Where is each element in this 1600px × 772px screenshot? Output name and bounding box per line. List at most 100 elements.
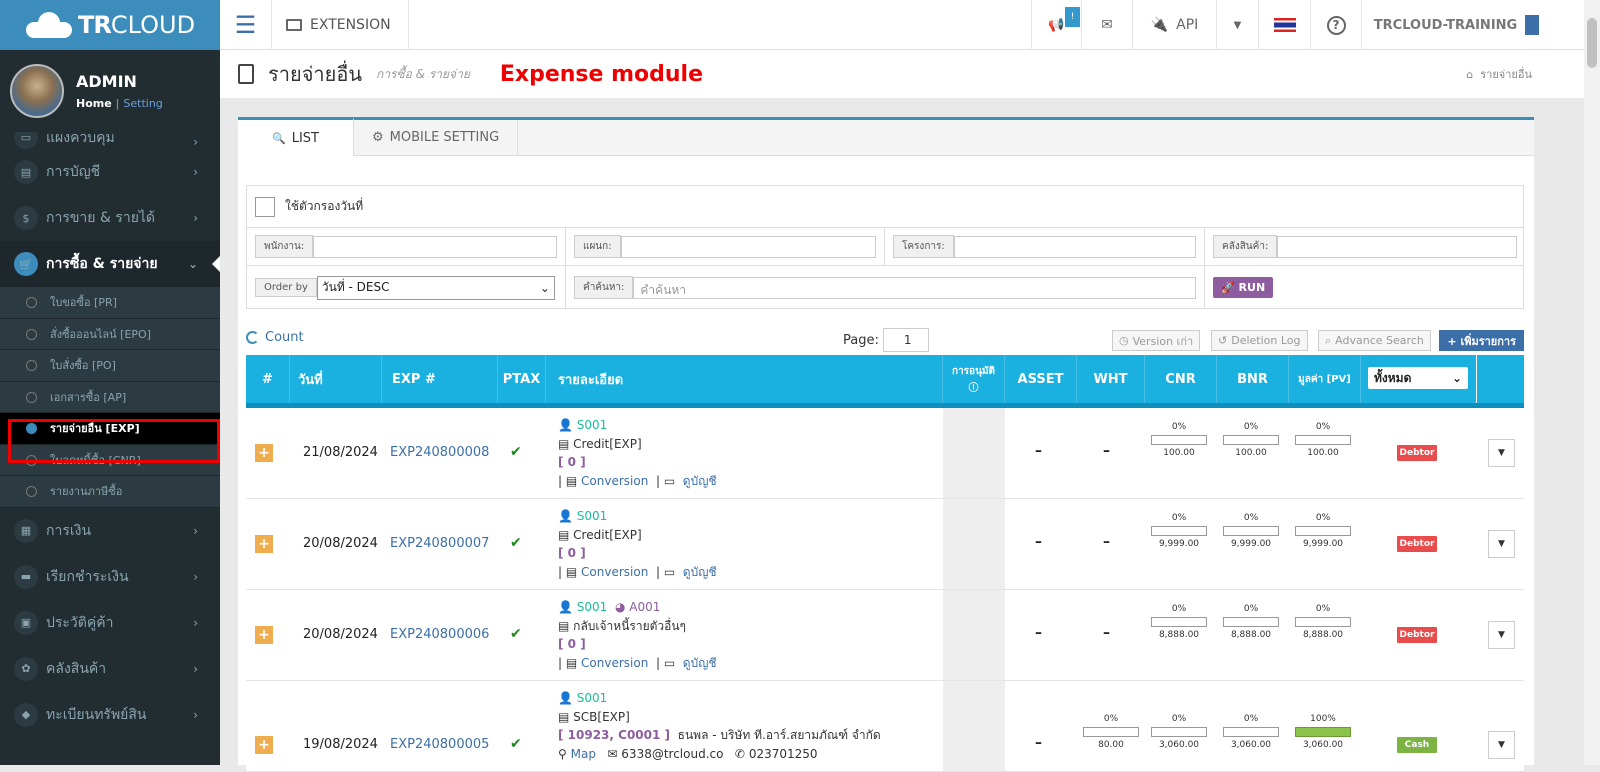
- deletion-log-button[interactable]: ↺ Deletion Log: [1211, 330, 1308, 351]
- date-filter-checkbox[interactable]: [255, 196, 275, 217]
- row-exp-link[interactable]: EXP240800008: [390, 445, 489, 460]
- supplier-link[interactable]: S001: [577, 691, 608, 705]
- mail-icon[interactable]: ✉: [1081, 0, 1132, 50]
- sidebar-item-inventory[interactable]: ✿ คลังสินค้า ›: [0, 646, 220, 692]
- row-exp-link[interactable]: EXP240800005: [390, 737, 489, 752]
- home-link[interactable]: Home: [76, 97, 112, 110]
- conversion-link[interactable]: Conversion: [581, 656, 648, 670]
- diamond-icon: ◆: [14, 702, 38, 727]
- purchase-submenu: ใบขอซื้อ [PR] สั่งซื้อออนไลน์ [EPO] ใบสั…: [0, 287, 220, 508]
- sidebar-item-contacts[interactable]: ▣ ประวัติคู่ค้า ›: [0, 600, 220, 646]
- old-version-button[interactable]: ◷ Version เก่า: [1112, 330, 1201, 351]
- help-icon[interactable]: ?: [1310, 0, 1361, 50]
- filter-row-fields: พนักงาน: แผนก: โครงการ: คลังสินค้า:: [247, 228, 1523, 266]
- run-button[interactable]: 🚀 RUN: [1213, 277, 1274, 298]
- count-link[interactable]: Count: [246, 330, 304, 345]
- row-actions-dropdown[interactable]: ▼: [1488, 530, 1515, 558]
- api-button[interactable]: 🔌 API: [1132, 0, 1216, 50]
- info-icon: ⓘ: [968, 383, 979, 394]
- status-filter-select[interactable]: ทั้งหมด ⌄: [1368, 367, 1468, 389]
- status-badge: Debtor: [1397, 627, 1437, 643]
- setting-link[interactable]: Setting: [123, 97, 162, 110]
- submenu-item-epo[interactable]: สั่งซื้อออนไลน์ [EPO]: [0, 318, 220, 350]
- bnr-pct: 0%: [1243, 422, 1259, 432]
- scrollbar[interactable]: [1584, 0, 1600, 765]
- sidebar-item-finance[interactable]: ▦ การเงิน ›: [0, 508, 220, 554]
- supplier-link[interactable]: S001: [577, 509, 608, 523]
- sidebar-item-dashboard[interactable]: ▭ แผงควบคุม ›: [0, 132, 220, 149]
- table-row[interactable]: +20/08/2024 EXP240800007 ✔ 👤 S001 ▤ Credit[E…: [246, 499, 1524, 590]
- row-exp-link[interactable]: EXP240800007: [390, 536, 489, 551]
- menu-toggle-icon[interactable]: ☰: [220, 0, 272, 50]
- view-account-link[interactable]: ดูบัญชี: [683, 656, 717, 670]
- sidebar-item-purchase[interactable]: 🛒 การซื้อ & รายจ่าย ⌄: [0, 241, 220, 287]
- supplier-link[interactable]: S001: [577, 418, 608, 432]
- order-by-select[interactable]: วันที่ - DESC ⌄: [316, 275, 555, 300]
- caret-down-icon[interactable]: ▼: [1216, 0, 1258, 50]
- tab-mobile-setting[interactable]: ⚙ MOBILE SETTING: [354, 120, 519, 155]
- reference: [ 0 ]: [558, 637, 586, 651]
- submenu-item-exp[interactable]: รายจ่ายอื่น [EXP]: [0, 413, 220, 445]
- breadcrumb[interactable]: ⌂ รายจ่ายอื่น: [1466, 65, 1532, 83]
- view-account-link[interactable]: ดูบัญชี: [683, 474, 717, 488]
- account-label: TRCLOUD-TRAINING: [1373, 17, 1518, 33]
- page-input[interactable]: 1: [882, 328, 929, 352]
- table-row[interactable]: +19/08/2024 EXP240800005 ✔ 👤 S001 ▤ SCB[EXP]…: [246, 681, 1524, 772]
- date-filter-label: ใช้ตัวกรองวันที่: [285, 199, 364, 213]
- row-actions-dropdown[interactable]: ▼: [1488, 621, 1515, 649]
- account-name: กลับเจ้าหนี้รายตัวอื่นๆ: [573, 618, 686, 633]
- conversion-link[interactable]: Conversion: [581, 474, 648, 488]
- submenu-item-cnr[interactable]: ใบลดหนี้ซื้อ [CNR]: [0, 444, 220, 476]
- col-exp[interactable]: EXP #: [382, 355, 498, 403]
- expand-row-button[interactable]: +: [255, 626, 273, 644]
- thai-flag-icon[interactable]: [1258, 0, 1310, 50]
- cnr-progress: 0% 100.00: [1151, 422, 1207, 458]
- scrollbar-thumb[interactable]: [1587, 18, 1597, 68]
- project-link[interactable]: A001: [629, 600, 660, 614]
- expand-row-button[interactable]: +: [255, 736, 273, 754]
- view-account-link[interactable]: ดูบัญชี: [683, 565, 717, 579]
- col-date[interactable]: วันที่: [290, 355, 382, 403]
- active-arrow: [204, 256, 220, 272]
- row-actions-dropdown[interactable]: ▼: [1488, 731, 1515, 759]
- expand-row-button[interactable]: +: [255, 535, 273, 553]
- table-row[interactable]: +21/08/2024 EXP240800008 ✔ 👤 S001 ▤ Credit[E…: [246, 408, 1524, 499]
- search-input[interactable]: คำค้นหา: [633, 276, 1196, 299]
- sidebar-item-assets[interactable]: ◆ ทะเบียนทรัพย์สิน ›: [0, 692, 220, 738]
- add-item-button[interactable]: + เพิ่มรายการ: [1439, 330, 1524, 351]
- warehouse-input[interactable]: [1277, 235, 1517, 258]
- advance-search-button[interactable]: ⌕ Advance Search: [1318, 330, 1431, 351]
- row-actions-dropdown[interactable]: ▼: [1488, 439, 1515, 467]
- submenu-item-po[interactable]: ใบสั่งซื้อ [PO]: [0, 350, 220, 382]
- tab-list[interactable]: 🔍 LIST: [238, 117, 354, 156]
- table-row[interactable]: +20/08/2024 EXP240800006 ✔ 👤 S001 ◕ A001 ▤ ก…: [246, 590, 1524, 681]
- department-input[interactable]: [620, 235, 876, 258]
- pv-progress: 0% 8,888.00: [1295, 604, 1351, 640]
- sidebar: ADMIN Home | Setting ▭ แผงควบคุม › ▤ การ…: [0, 50, 220, 765]
- map-link[interactable]: Map: [571, 747, 596, 761]
- submenu-item-ap[interactable]: เอกสารซื้อ [AP]: [0, 381, 220, 413]
- conversion-link[interactable]: Conversion: [581, 565, 648, 579]
- employee-input[interactable]: [313, 235, 557, 258]
- sidebar-item-accounting[interactable]: ▤ การบัญชี ›: [0, 149, 220, 195]
- sidebar-item-billing[interactable]: ▬ เรียกชำระเงิน ›: [0, 554, 220, 600]
- brand-logo[interactable]: TR CLOUD: [0, 0, 220, 50]
- notification-button[interactable]: 📢 !: [1031, 0, 1081, 50]
- project-input[interactable]: [953, 235, 1196, 258]
- row-exp-link[interactable]: EXP240800006: [390, 627, 489, 642]
- extension-button[interactable]: EXTENSION: [272, 0, 409, 50]
- account-menu[interactable]: TRCLOUD-TRAINING: [1361, 0, 1551, 50]
- building-icon: [1525, 15, 1540, 35]
- row-detail: 👤 S001 ◕ A001 ▤ กลับเจ้าหนี้รายตัวอื่นๆ [ …: [558, 600, 717, 670]
- submenu-item-pr[interactable]: ใบขอซื้อ [PR]: [0, 287, 220, 319]
- submenu-item-purchase-tax[interactable]: รายงานภาษีซื้อ: [0, 476, 220, 508]
- supplier-link[interactable]: S001: [577, 600, 608, 614]
- module-annotation: Expense module: [499, 61, 703, 87]
- expand-row-button[interactable]: +: [255, 444, 273, 462]
- rocket-icon: 🚀: [1221, 281, 1235, 294]
- avatar[interactable]: [10, 64, 64, 118]
- page-label: Page:: [843, 332, 879, 348]
- spinner-icon: [246, 331, 259, 344]
- sidebar-item-sales[interactable]: $ การขาย & รายได้ ›: [0, 195, 220, 241]
- status-badge: Debtor: [1397, 445, 1437, 461]
